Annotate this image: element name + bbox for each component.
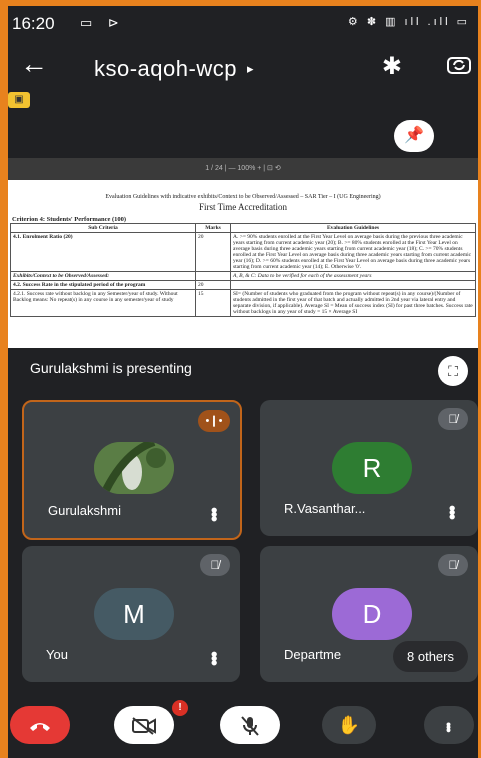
mic-off-icon [241,716,259,736]
camera-switch-icon[interactable] [446,54,472,76]
table-row: 4.1. Enrolment Ratio (20) 20 A. >= 90% s… [10,232,476,272]
more-vertical-icon[interactable]: ••• [203,507,224,520]
mic-toggle-button[interactable] [220,706,280,744]
back-arrow-icon[interactable]: ← [20,50,48,78]
status-right-icons: ⚙ ✽ ▥ ıll .ıll ▭ [347,16,470,28]
table-cell: 15 [195,289,231,317]
table-cell: SI= (Number of students who graduated fr… [230,289,476,317]
table-cell: 4.1. Enrolment Ratio (20) [10,232,196,272]
presentation-tag-icon: ▣ [8,92,30,108]
document-title: First Time Accreditation [198,202,287,212]
top-bar: ← kso-aqoh-wcp ▸ ✱ [8,44,478,92]
status-bar: 16:20 ▭ ⊳ ⚙ ✽ ▥ ıll .ıll ▭ [8,6,478,40]
document-criterion: Criterion 4: Students' Performance (100) [12,216,127,223]
more-vertical-icon: ••• [441,722,457,731]
participant-tile[interactable]: •❙• Gurulakshmi ••• [22,400,242,540]
participant-name: Gurulakshmi [48,503,121,518]
table-cell: A, B, & C: Data to be verified for each … [230,271,476,281]
table-cell: A. >= 90% students enrolled at the First… [230,232,476,272]
status-time: 16:20 [12,14,55,33]
table-row: 4.2.1. Success rate without backlog in a… [10,289,476,317]
table-row: 4.2. Success Rate in the stipulated peri… [10,280,476,290]
table-header-row: Sub Criteria Marks Evaluation Guidelines [10,223,476,233]
document-table: Sub Criteria Marks Evaluation Guidelines… [10,223,476,317]
fullscreen-icon[interactable]: ⛶ [438,356,468,386]
table-cell [195,271,231,281]
mic-off-icon: 🎙̸ [438,408,468,430]
meet-screen: 16:20 ▭ ⊳ ⚙ ✽ ▥ ıll .ıll ▭ ← kso-aqoh-wc… [8,6,478,758]
table-cell: 20 [195,280,231,290]
end-call-icon [30,723,50,732]
notification-badge: ! [172,700,188,716]
more-options-button[interactable]: ••• [424,706,474,744]
document-toolbar: 1 / 24 | — 100% + | ⊡ ⟲ [8,158,478,180]
table-header: Sub Criteria [10,223,196,233]
document-caption: Evaluation Guidelines with indicative ex… [105,194,381,200]
call-controls: ! ✋ ••• [8,700,478,758]
others-count-button[interactable]: 8 others [393,641,468,672]
presenting-label: Gurulakshmi is presenting [30,360,192,376]
speaking-indicator-icon: •❙• [198,410,230,432]
meeting-code-button[interactable]: kso-aqoh-wcp ▸ [94,56,254,82]
bluetooth-icon[interactable]: ✱ [382,52,402,81]
camera-toggle-button[interactable] [114,706,174,744]
participant-avatar: D [332,588,412,640]
more-vertical-icon[interactable]: ••• [441,505,462,518]
table-header: Marks [195,223,231,233]
table-row: Exhibits/Context to be Observed/Assessed… [10,271,476,281]
participant-photo [94,442,174,494]
participant-avatar: M [94,588,174,640]
raise-hand-button[interactable]: ✋ [322,706,376,744]
table-cell: Exhibits/Context to be Observed/Assessed… [10,271,196,281]
end-call-button[interactable] [10,706,70,744]
participant-tile[interactable]: 🎙̸ R R.Vasanthar... ••• [260,400,478,536]
raise-hand-icon: ✋ [337,715,361,735]
participant-name: You [46,647,68,662]
participant-name: Departme [284,647,342,662]
participant-tile[interactable]: 🎙̸ D Departme 8 others [260,546,478,682]
table-header: Evaluation Guidelines [230,223,476,233]
participant-name: R.Vasanthar... [284,501,366,516]
table-cell [230,280,476,290]
table-cell: 20 [195,232,231,272]
shared-document: 1 / 24 | — 100% + | ⊡ ⟲ Evaluation Guide… [8,158,478,348]
more-vertical-icon[interactable]: ••• [203,651,224,664]
mic-off-icon: 🎙̸ [200,554,230,576]
camera-off-icon [132,717,156,736]
table-cell: 4.2. Success Rate in the stipulated peri… [10,280,196,290]
meeting-info-arrow-icon: ▸ [246,61,254,76]
meeting-code: kso-aqoh-wcp [94,56,237,81]
status-left-icons: ▭ ⊳ [80,15,125,30]
mic-off-icon: 🎙̸ [438,554,468,576]
table-cell: 4.2.1. Success rate without backlog in a… [10,289,196,317]
pin-icon[interactable]: 📌 [394,120,434,152]
participant-tile[interactable]: 🎙̸ M You ••• [22,546,240,682]
participant-avatar: R [332,442,412,494]
